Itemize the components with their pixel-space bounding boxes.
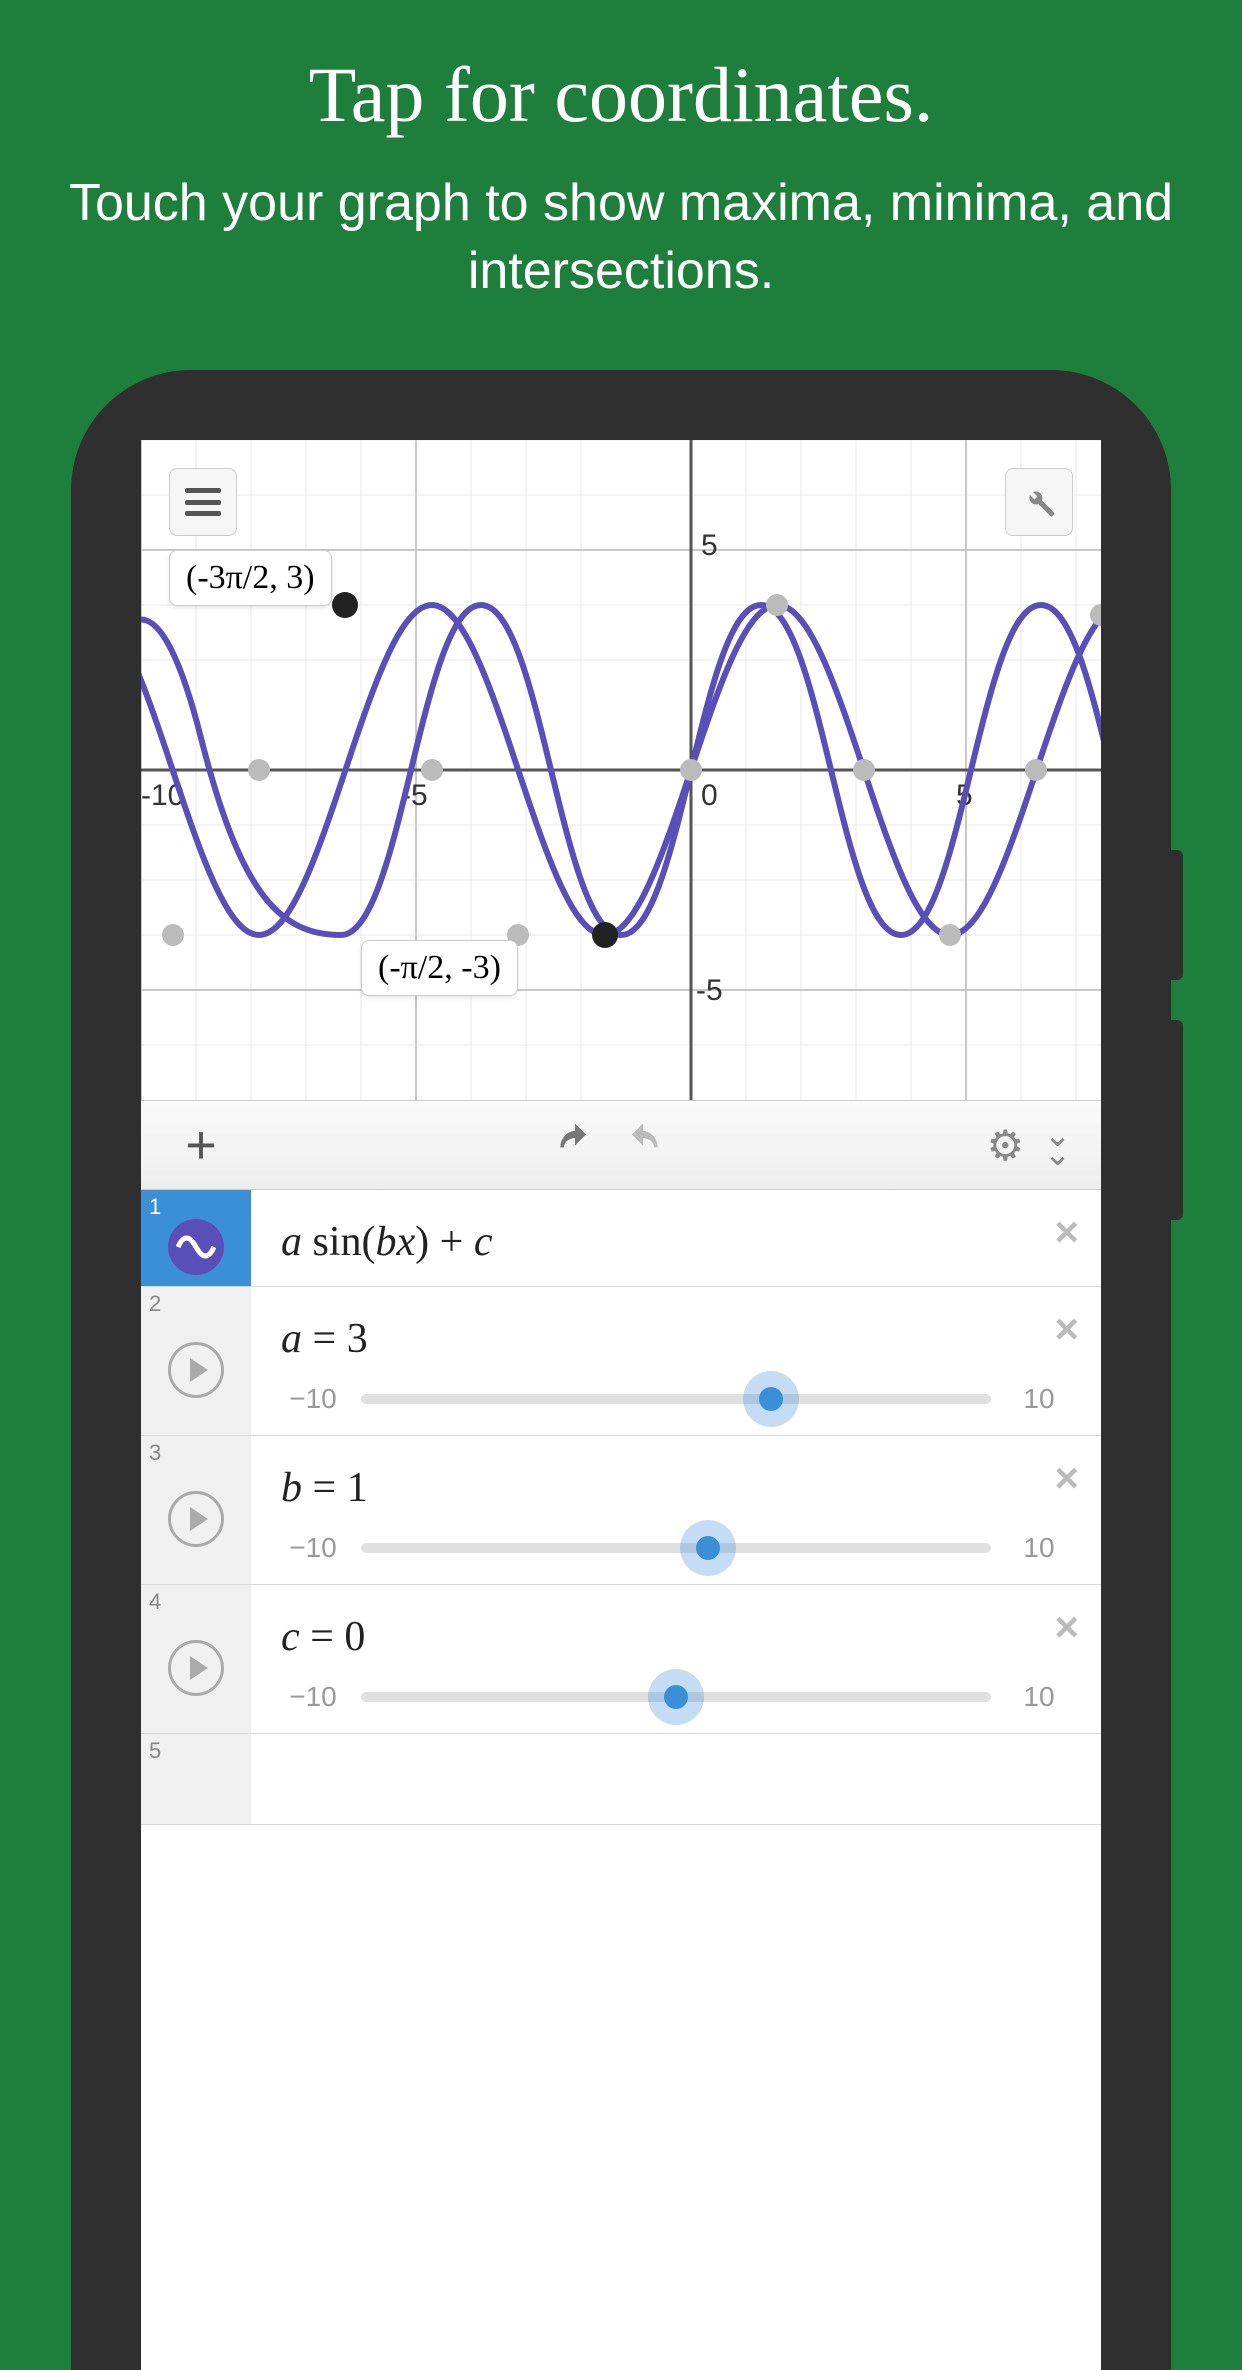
row-index: 3 bbox=[149, 1440, 161, 1466]
coord-tooltip[interactable]: (-π/2, -3) bbox=[361, 940, 518, 996]
slider-track[interactable] bbox=[361, 1394, 991, 1404]
slider-track[interactable] bbox=[361, 1543, 991, 1553]
slider-min[interactable]: −10 bbox=[281, 1383, 345, 1415]
slider-max[interactable]: 10 bbox=[1007, 1532, 1071, 1564]
delete-expression-button[interactable]: × bbox=[1054, 1208, 1079, 1256]
sine-icon bbox=[176, 1227, 216, 1267]
expression-text[interactable]: a sin(bx) + c bbox=[281, 1218, 1071, 1266]
coord-tooltip[interactable]: (-3π/2, 3) bbox=[169, 550, 332, 606]
wrench-icon bbox=[1021, 484, 1057, 520]
svg-text:0: 0 bbox=[701, 779, 718, 812]
settings-button[interactable]: ⚙ bbox=[987, 1121, 1025, 1170]
row-index: 1 bbox=[149, 1194, 161, 1220]
hamburger-icon bbox=[185, 488, 221, 516]
slider-track[interactable] bbox=[361, 1692, 991, 1702]
chevron-down-icon: ⌄ bbox=[1044, 1145, 1071, 1164]
play-slider-button[interactable] bbox=[168, 1491, 224, 1547]
expression-list: 1 a sin(bx) + c × 2 a = 3 × bbox=[141, 1190, 1101, 1825]
svg-text:-5: -5 bbox=[696, 974, 723, 1007]
slider[interactable]: −10 10 bbox=[281, 1532, 1071, 1564]
phone-side-button bbox=[1171, 1020, 1183, 1220]
phone-side-button bbox=[1171, 850, 1183, 980]
slider-min[interactable]: −10 bbox=[281, 1532, 345, 1564]
slider-thumb[interactable] bbox=[759, 1387, 783, 1411]
redo-button[interactable] bbox=[621, 1120, 665, 1171]
add-expression-button[interactable]: + bbox=[171, 1114, 231, 1176]
svg-text:5: 5 bbox=[701, 529, 718, 562]
expression-text[interactable]: c = 0 bbox=[281, 1613, 1071, 1661]
play-slider-button[interactable] bbox=[168, 1640, 224, 1696]
slider-thumb[interactable] bbox=[664, 1685, 688, 1709]
row-index: 2 bbox=[149, 1291, 161, 1317]
expression-text[interactable]: a = 3 bbox=[281, 1315, 1071, 1363]
graph-settings-button[interactable] bbox=[1005, 468, 1073, 536]
phone-frame: -10 -5 0 5 5 -5 bbox=[71, 370, 1171, 2370]
delete-expression-button[interactable]: × bbox=[1054, 1454, 1079, 1502]
expression-row[interactable]: 2 a = 3 × −10 10 bbox=[141, 1287, 1101, 1436]
app-screen: -10 -5 0 5 5 -5 bbox=[141, 440, 1101, 2370]
play-slider-button[interactable] bbox=[168, 1342, 224, 1398]
slider-thumb[interactable] bbox=[696, 1536, 720, 1560]
slider-max[interactable]: 10 bbox=[1007, 1383, 1071, 1415]
delete-expression-button[interactable]: × bbox=[1054, 1305, 1079, 1353]
expression-toolbar: + ⚙ ⌄ ⌄ bbox=[141, 1100, 1101, 1190]
expression-row[interactable]: 1 a sin(bx) + c × bbox=[141, 1190, 1101, 1287]
expression-row[interactable]: 5 bbox=[141, 1734, 1101, 1825]
function-color-icon[interactable] bbox=[168, 1219, 224, 1275]
slider-max[interactable]: 10 bbox=[1007, 1681, 1071, 1713]
promo-title: Tap for coordinates. bbox=[60, 50, 1182, 140]
delete-expression-button[interactable]: × bbox=[1054, 1603, 1079, 1651]
redo-icon bbox=[621, 1120, 665, 1160]
slider[interactable]: −10 10 bbox=[281, 1681, 1071, 1713]
row-index: 4 bbox=[149, 1589, 161, 1615]
undo-button[interactable] bbox=[553, 1120, 597, 1171]
slider-min[interactable]: −10 bbox=[281, 1681, 345, 1713]
menu-button[interactable] bbox=[169, 468, 237, 536]
expression-row[interactable]: 4 c = 0 × −10 10 bbox=[141, 1585, 1101, 1734]
promo-header: Tap for coordinates. Touch your graph to… bbox=[0, 0, 1242, 305]
graph-area[interactable]: -10 -5 0 5 5 -5 bbox=[141, 440, 1101, 1100]
undo-icon bbox=[553, 1120, 597, 1160]
collapse-button[interactable]: ⌄ ⌄ bbox=[1044, 1126, 1071, 1164]
promo-subtitle: Touch your graph to show maxima, minima,… bbox=[60, 170, 1182, 305]
slider[interactable]: −10 10 bbox=[281, 1383, 1071, 1415]
graph-grid: -10 -5 0 5 5 -5 bbox=[141, 440, 1101, 1100]
expression-text[interactable]: b = 1 bbox=[281, 1464, 1071, 1512]
expression-row[interactable]: 3 b = 1 × −10 10 bbox=[141, 1436, 1101, 1585]
row-index: 5 bbox=[149, 1738, 161, 1764]
